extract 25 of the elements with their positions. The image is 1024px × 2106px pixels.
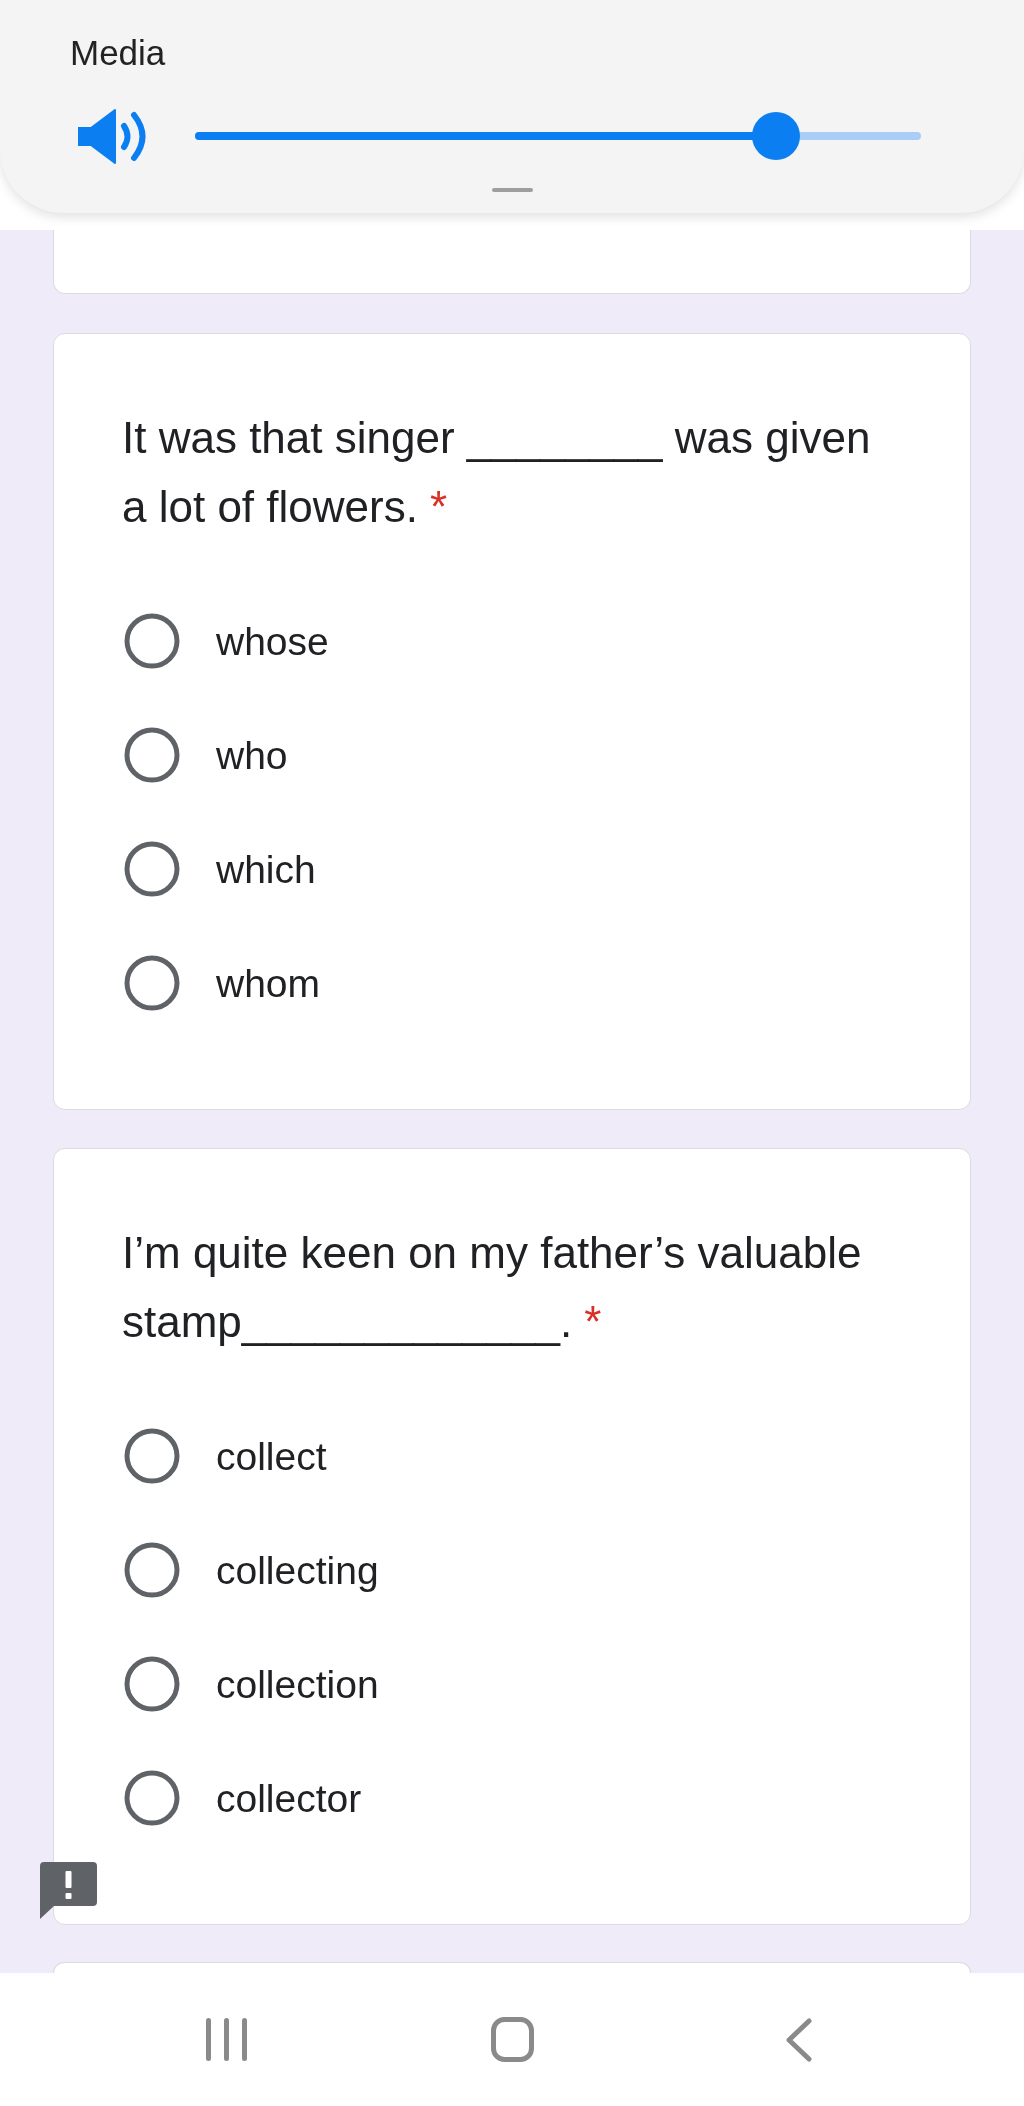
answer-option[interactable]: whose <box>124 613 329 669</box>
panel-handle[interactable] <box>491 188 533 192</box>
radio-icon[interactable] <box>124 841 180 897</box>
feedback-icon[interactable] <box>40 1862 97 1919</box>
answer-option[interactable]: whom <box>124 955 321 1011</box>
radio-icon[interactable] <box>124 727 180 783</box>
home-icon[interactable] <box>491 2017 534 2062</box>
question-text: It was that singer ________ was given a lot of flowers. * <box>122 412 872 533</box>
slider-thumb[interactable] <box>751 112 800 160</box>
back-icon[interactable] <box>786 2017 812 2062</box>
radio-icon[interactable] <box>124 613 180 669</box>
answer-option[interactable]: who <box>124 727 288 783</box>
radio-icon[interactable] <box>124 1542 180 1598</box>
answer-option[interactable]: collecting <box>124 1542 379 1598</box>
answer-option[interactable]: collection <box>124 1656 379 1712</box>
radio-icon[interactable] <box>124 1428 180 1484</box>
radio-icon[interactable] <box>124 1656 180 1712</box>
recent-apps-icon[interactable] <box>206 2018 247 2061</box>
answer-option[interactable]: collect <box>124 1428 327 1484</box>
radio-icon[interactable] <box>124 955 180 1011</box>
panel-title: Media <box>70 33 166 73</box>
radio-icon[interactable] <box>124 1770 180 1826</box>
answer-option[interactable]: collector <box>124 1770 362 1826</box>
question-text: I’m quite keen on my father’s valuable stamp_____________. * <box>122 1227 863 1348</box>
answer-option[interactable]: which <box>124 841 316 897</box>
